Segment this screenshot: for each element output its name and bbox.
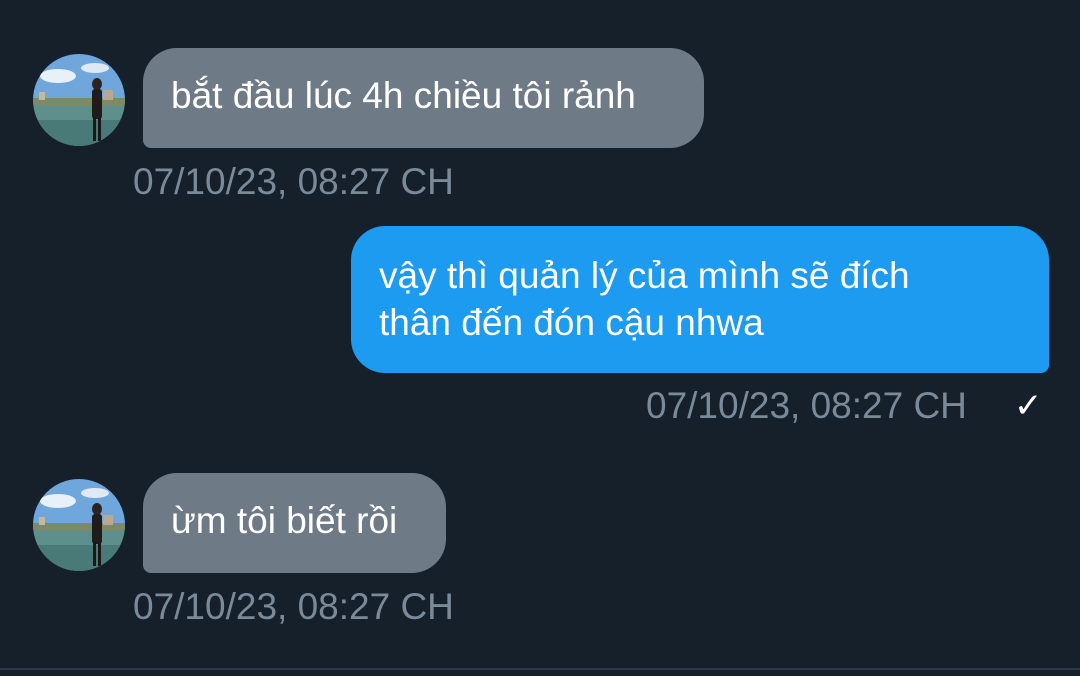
message-text-line: vậy thì quản lý của mình sẽ đích	[379, 255, 910, 296]
message-timestamp: 07/10/23, 08:27 CH	[133, 586, 454, 627]
message-text: ừm tôi biết rồi	[171, 500, 398, 541]
message-bubble-incoming[interactable]: bắt đầu lúc 4h chiều tôi rảnh	[143, 48, 704, 148]
message-text-line: thân đến đón cậu nhwa	[379, 302, 764, 343]
sender-avatar[interactable]	[33, 479, 125, 571]
checkmark-icon: ✓	[1014, 387, 1043, 425]
avatar-photo-icon	[33, 479, 125, 571]
message-bubble-incoming[interactable]: ừm tôi biết rồi	[143, 473, 446, 573]
composer-divider	[0, 668, 1080, 670]
message-bubble-outgoing[interactable]: vậy thì quản lý của mình sẽ đích thân đế…	[351, 226, 1049, 373]
message-text: bắt đầu lúc 4h chiều tôi rảnh	[171, 75, 636, 116]
avatar-photo-icon	[33, 54, 125, 146]
sender-avatar[interactable]	[33, 54, 125, 146]
chat-thread: bắt đầu lúc 4h chiều tôi rảnh 07/10/23, …	[0, 0, 1080, 676]
message-timestamp: 07/10/23, 08:27 CH	[133, 161, 454, 202]
message-timestamp: 07/10/23, 08:27 CH	[646, 385, 967, 426]
